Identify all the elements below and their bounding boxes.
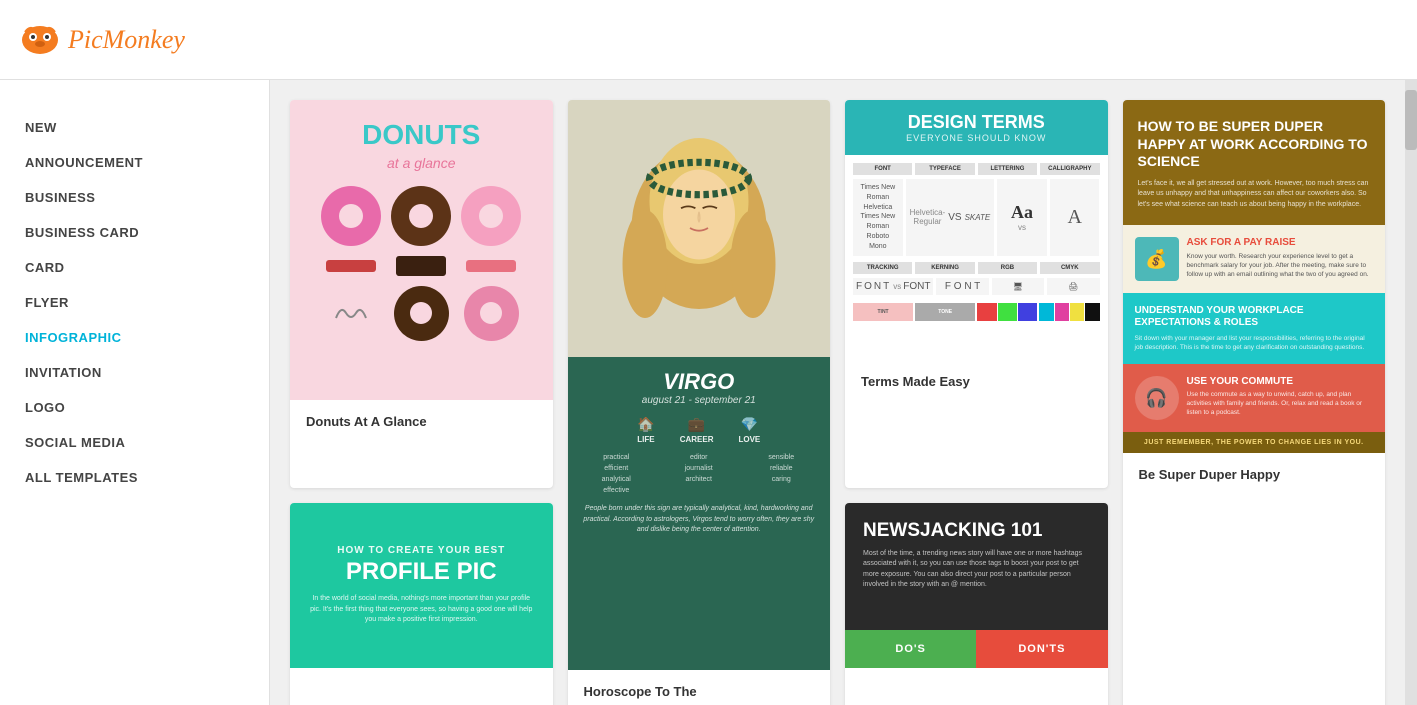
sidebar-item-infographic[interactable]: INFOGRAPHIC bbox=[0, 320, 269, 355]
donuts-title: DONUTS bbox=[362, 120, 480, 151]
template-card-donuts[interactable]: DONUTS at a glance bbox=[290, 100, 553, 488]
template-card-profile-pic[interactable]: HOW TO CREATE YOUR BEST PROFILE PIC In t… bbox=[290, 503, 553, 705]
sidebar-item-business-card[interactable]: BUSINESS CARD bbox=[0, 215, 269, 250]
design-terms-card-label: Terms Made Easy bbox=[845, 360, 1108, 403]
sidebar: NEW ANNOUNCEMENT BUSINESS BUSINESS CARD … bbox=[0, 80, 270, 705]
life-label: LIFE bbox=[637, 435, 654, 444]
profile-how-to: HOW TO CREATE YOUR BEST bbox=[337, 545, 505, 556]
logo-text: PicMonkey bbox=[68, 25, 185, 55]
sidebar-item-invitation[interactable]: INVITATION bbox=[0, 355, 269, 390]
template-card-virgo[interactable]: VIRGO august 21 - september 21 🏠 LIFE 💼 … bbox=[568, 100, 831, 705]
newsjacking-preview: NEWSJACKING 101 Most of the time, a tren… bbox=[845, 503, 1108, 668]
template-card-design-terms[interactable]: DESIGN TERMS EVERYONE SHOULD KNOW FONT T… bbox=[845, 100, 1108, 488]
donuts-preview: DONUTS at a glance bbox=[290, 100, 553, 400]
profile-pic-preview: HOW TO CREATE YOUR BEST PROFILE PIC In t… bbox=[290, 503, 553, 668]
sidebar-item-business[interactable]: BUSINESS bbox=[0, 180, 269, 215]
sidebar-item-social-media[interactable]: SOCIAL MEDIA bbox=[0, 425, 269, 460]
ask-raise-body: Know your worth. Research your experienc… bbox=[1187, 252, 1374, 279]
template-grid: DONUTS at a glance bbox=[290, 100, 1385, 705]
design-terms-sub: EVERYONE SHOULD KNOW bbox=[857, 133, 1096, 143]
virgo-description: People born under this sign are typicall… bbox=[583, 504, 816, 536]
sidebar-item-card[interactable]: CARD bbox=[0, 250, 269, 285]
understand-body: Sit down with your manager and list your… bbox=[1135, 334, 1374, 352]
virgo-dates: august 21 - september 21 bbox=[642, 395, 756, 406]
header: PicMonkey bbox=[0, 0, 1417, 80]
happy-main-body: Let's face it, we all get stressed out a… bbox=[1138, 179, 1371, 211]
scrollbar-thumb[interactable] bbox=[1405, 90, 1417, 150]
sidebar-item-announcement[interactable]: ANNOUNCEMENT bbox=[0, 145, 269, 180]
template-card-newsjacking[interactable]: NEWSJACKING 101 Most of the time, a tren… bbox=[845, 503, 1108, 705]
donuts-subtitle: at a glance bbox=[387, 155, 456, 171]
sidebar-item-logo[interactable]: LOGO bbox=[0, 390, 269, 425]
understand-title: UNDERSTAND YOUR WORKPLACE EXPECTATIONS &… bbox=[1135, 305, 1374, 329]
love-label: LOVE bbox=[738, 435, 760, 444]
donuts-card-label: Donuts At A Glance bbox=[290, 400, 553, 443]
content-area: DONUTS at a glance bbox=[270, 80, 1405, 705]
sidebar-item-all-templates[interactable]: ALL TEMPLATES bbox=[0, 460, 269, 495]
profile-body: In the world of social media, nothing's … bbox=[310, 594, 533, 626]
career-label: CAREER bbox=[680, 435, 714, 444]
newsjacking-body: Most of the time, a trending news story … bbox=[863, 549, 1090, 591]
main-layout: NEW ANNOUNCEMENT BUSINESS BUSINESS CARD … bbox=[0, 80, 1417, 705]
happy-preview: HOW TO BE SUPER DUPER HAPPY AT WORK ACCO… bbox=[1123, 100, 1386, 453]
happy-card-label: Be Super Duper Happy bbox=[1123, 453, 1386, 496]
ask-raise-title: ASK FOR A PAY RAISE bbox=[1187, 237, 1374, 249]
virgo-preview: VIRGO august 21 - september 21 🏠 LIFE 💼 … bbox=[568, 100, 831, 670]
donts-label: DON'TS bbox=[976, 630, 1107, 668]
happy-footer: JUST REMEMBER, THE POWER TO CHANGE LIES … bbox=[1138, 439, 1371, 446]
scrollbar[interactable] bbox=[1405, 80, 1417, 705]
sidebar-item-new[interactable]: NEW bbox=[0, 110, 269, 145]
logo[interactable]: PicMonkey bbox=[20, 20, 185, 60]
happy-main-title: HOW TO BE SUPER DUPER HAPPY AT WORK ACCO… bbox=[1138, 118, 1371, 171]
picmonkey-logo-icon bbox=[20, 20, 60, 60]
profile-title: PROFILE PIC bbox=[346, 560, 497, 584]
newsjacking-title: NEWSJACKING 101 bbox=[863, 521, 1090, 542]
virgo-sign: VIRGO bbox=[663, 369, 734, 395]
template-card-happy[interactable]: HOW TO BE SUPER DUPER HAPPY AT WORK ACCO… bbox=[1123, 100, 1386, 705]
dos-label: DO'S bbox=[845, 630, 976, 668]
sidebar-item-flyer[interactable]: FLYER bbox=[0, 285, 269, 320]
design-terms-preview: DESIGN TERMS EVERYONE SHOULD KNOW FONT T… bbox=[845, 100, 1108, 360]
commute-title: USE YOUR COMMUTE bbox=[1187, 376, 1374, 387]
virgo-card-label: Horoscope To The bbox=[568, 670, 831, 705]
design-terms-title: DESIGN TERMS bbox=[857, 112, 1096, 133]
virgo-face-svg bbox=[609, 128, 789, 328]
commute-body: Use the commute as a way to unwind, catc… bbox=[1187, 390, 1374, 417]
